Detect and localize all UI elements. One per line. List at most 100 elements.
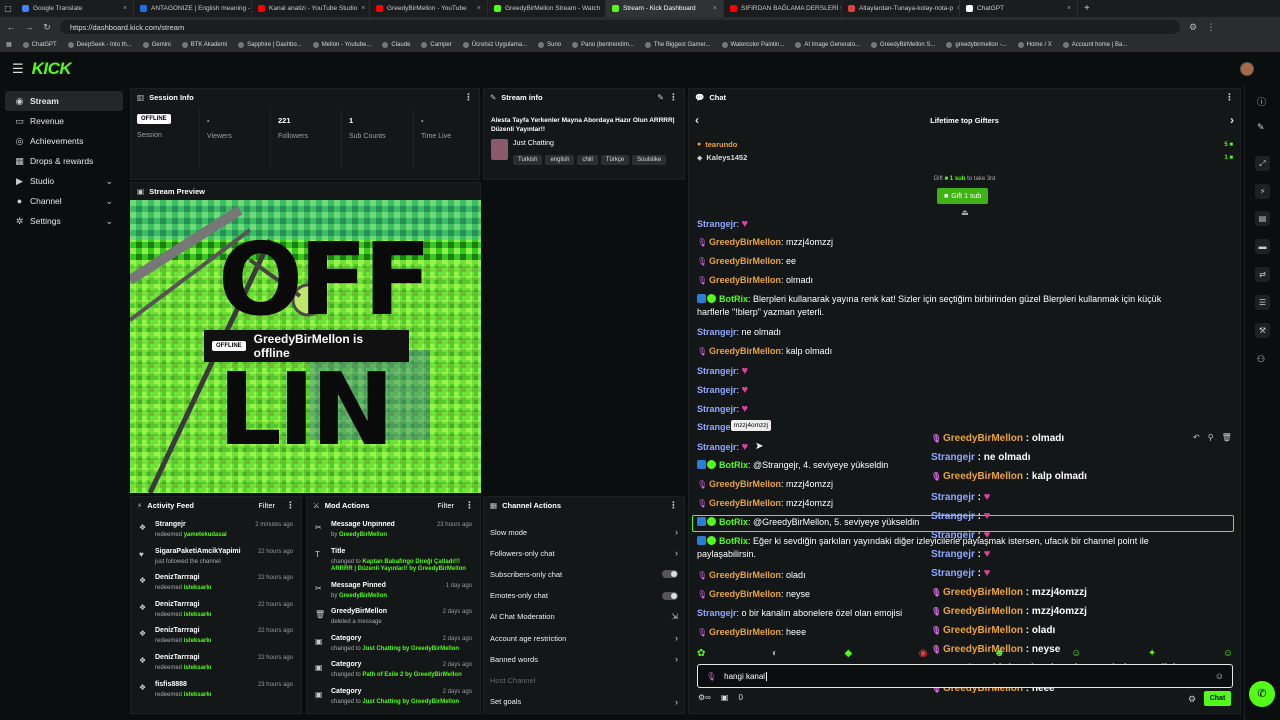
chat-username[interactable]: GreedyBirMellon — [709, 256, 781, 266]
bookmark-item[interactable]: Account home | Ba... — [1062, 41, 1127, 48]
activity-user[interactable]: fisfis8888 — [155, 681, 187, 688]
bookmark-item[interactable]: Pano (bentrendim... — [572, 41, 634, 48]
pin-icon[interactable]: ⚲ — [1208, 433, 1214, 442]
comment-icon[interactable]: ▬ — [1255, 239, 1270, 254]
browser-tab[interactable]: ANTAGONIZE | English meaning -× — [134, 0, 252, 17]
chevron-right-icon[interactable]: › — [1230, 113, 1234, 127]
close-icon[interactable]: × — [123, 5, 127, 12]
toggle-switch[interactable] — [662, 570, 678, 579]
bookmark-item[interactable]: Camper — [421, 41, 452, 48]
bookmark-item[interactable]: GreedyBirMellon S... — [871, 41, 935, 48]
activity-user[interactable]: DenizTarrragi — [155, 654, 200, 661]
pin-icon[interactable]: ⏏ — [961, 208, 969, 217]
chat-username[interactable]: Strangejr — [697, 327, 737, 337]
activity-user[interactable]: DenizTarrragi — [155, 627, 200, 634]
emote-icon[interactable]: ☺ — [1223, 648, 1233, 659]
points-icon[interactable]: ▣ — [721, 693, 729, 702]
tab-list-icon[interactable]: ▢ — [0, 4, 16, 13]
bookmark-item[interactable]: Claude — [382, 41, 410, 48]
bookmark-item[interactable]: Watercolor Paintin... — [721, 41, 784, 48]
more-icon[interactable]: ⋮ — [464, 92, 473, 103]
edit-icon[interactable]: ✎ — [657, 93, 664, 102]
sidebar-item-revenue[interactable]: ▭ Revenue — [5, 111, 123, 131]
sidebar-item-channel[interactable]: ● Channel ⌄ — [5, 191, 123, 211]
send-chat-button[interactable]: Chat — [1204, 691, 1231, 706]
emote-icon[interactable]: ◆ — [845, 648, 853, 659]
emote-icon[interactable]: ✿ — [697, 648, 705, 659]
swap-icon[interactable]: ⇄ — [1255, 267, 1270, 282]
activity-user[interactable]: SigaraPaketiAmcikYapimi — [155, 548, 241, 555]
channel-action-account-age-restriction[interactable]: Account age restriction › — [490, 628, 678, 648]
bookmark-item[interactable]: Mellon - Youtube... — [312, 41, 371, 48]
filter-button[interactable]: Filter — [437, 501, 454, 510]
chat-username[interactable]: GreedyBirMellon — [709, 479, 781, 489]
chevron-down-icon[interactable]: ⌄ — [105, 216, 113, 227]
trash-icon[interactable]: 🗑 — [1222, 433, 1232, 442]
channel-action-banned-words[interactable]: Banned words › — [490, 649, 678, 669]
emote-icon[interactable]: ◉ — [919, 648, 928, 659]
lightning-icon[interactable]: ⚡ — [1255, 184, 1270, 199]
bookmark-item[interactable]: DeepSeek - Into th... — [67, 41, 132, 48]
bookmark-item[interactable]: Sapphire | Dashbo... — [238, 41, 302, 48]
sidebar-item-drops-rewards[interactable]: ▦ Drops & rewards — [5, 151, 123, 171]
chevron-left-icon[interactable]: ‹ — [695, 113, 699, 127]
chat-username[interactable]: GreedyBirMellon — [709, 346, 781, 356]
wrench-icon[interactable]: ⚒ — [1255, 323, 1270, 338]
more-icon[interactable]: ⋮ — [1225, 92, 1234, 103]
bookmark-item[interactable]: Home / X — [1017, 41, 1052, 48]
emote-icon[interactable]: ✦ — [1148, 648, 1156, 659]
channel-action-emotes-only-chat[interactable]: Emotes-only chat — [490, 586, 678, 606]
channel-action-followers-only-chat[interactable]: Followers-only chat › — [490, 543, 678, 563]
stream-tag[interactable]: Türkçe — [600, 155, 630, 165]
browser-tab[interactable]: ChatGPT × — [960, 0, 1078, 17]
sidebar-item-settings[interactable]: ✲ Settings ⌄ — [5, 211, 123, 231]
category-name[interactable]: Just Chatting — [513, 140, 554, 147]
emote-icon[interactable]: ☻ — [994, 648, 1005, 659]
apps-icon[interactable]: ▦ — [6, 41, 12, 48]
close-icon[interactable]: × — [713, 5, 717, 12]
browser-tab[interactable]: Google Translate × — [16, 0, 134, 17]
avatar[interactable] — [1240, 62, 1254, 76]
info-icon[interactable]: ⓘ — [1257, 95, 1266, 108]
gifter-name[interactable]: Kaleys1452 — [706, 153, 747, 162]
list-icon[interactable]: ☰ — [1255, 295, 1270, 310]
kick-logo[interactable]: KICK — [32, 59, 72, 79]
emote-icon[interactable]: ☺ — [1071, 648, 1081, 659]
stream-tag[interactable]: chill — [577, 155, 598, 165]
browser-tab[interactable]: Kanal analizi - YouTube Studio × — [252, 0, 370, 17]
channel-action-set-goals[interactable]: Set goals › — [490, 692, 678, 712]
gifter-name[interactable]: tearundo — [705, 140, 737, 149]
bookmark-item[interactable]: ChatGPT — [22, 41, 57, 48]
more-icon[interactable]: ⋮ — [669, 92, 678, 103]
browser-tab[interactable]: Altaylardan-Tunaya-kolay-nota-p× — [842, 0, 960, 17]
chat-username[interactable]: BotRix — [719, 460, 748, 470]
chat-username[interactable]: Strangejr — [697, 366, 737, 376]
chat-username[interactable]: Strange — [697, 422, 731, 432]
bookmark-item[interactable]: Gemini — [142, 41, 171, 48]
more-icon[interactable]: ⋮ — [669, 500, 678, 511]
channel-action-host-channel[interactable]: Host Channel — [490, 670, 678, 690]
chevron-down-icon[interactable]: ⌄ — [105, 196, 113, 207]
sidebar-item-achievements[interactable]: ◎ Achievements — [5, 131, 123, 151]
chat-username[interactable]: Strangejr — [697, 608, 737, 618]
new-tab-icon[interactable]: + — [1084, 3, 1090, 14]
filter-button[interactable]: Filter — [258, 501, 275, 510]
bookmark-item[interactable]: Ücretsiz Uygulama... — [462, 41, 527, 48]
menu-icon[interactable]: ⋮ — [1206, 22, 1216, 33]
emote-icon[interactable]: ◐ — [772, 648, 778, 659]
bookmark-item[interactable]: AI Image Generato... — [795, 41, 860, 48]
emoji-icon[interactable]: ☺ — [1215, 671, 1224, 681]
close-icon[interactable]: × — [477, 5, 481, 12]
more-icon[interactable]: ⋮ — [465, 500, 474, 511]
browser-tab[interactable]: GreedyBirMellon - YouTube × — [370, 0, 488, 17]
back-icon[interactable]: ← — [6, 22, 16, 32]
bookmark-item[interactable]: BTK Akademi — [181, 41, 227, 48]
chat-username[interactable]: GreedyBirMellon — [709, 570, 781, 580]
chat-settings-icon[interactable]: ⚙ — [1188, 694, 1196, 705]
sidebar-item-stream[interactable]: ◉ Stream — [5, 91, 123, 111]
more-icon[interactable]: ⋮ — [286, 500, 295, 511]
bookmark-item[interactable]: The Biggest Gamer... — [644, 41, 711, 48]
chat-username[interactable]: GreedyBirMellon — [709, 589, 781, 599]
chat-username[interactable]: Strangejr — [697, 404, 737, 414]
chat-username[interactable]: GreedyBirMellon — [709, 627, 781, 637]
